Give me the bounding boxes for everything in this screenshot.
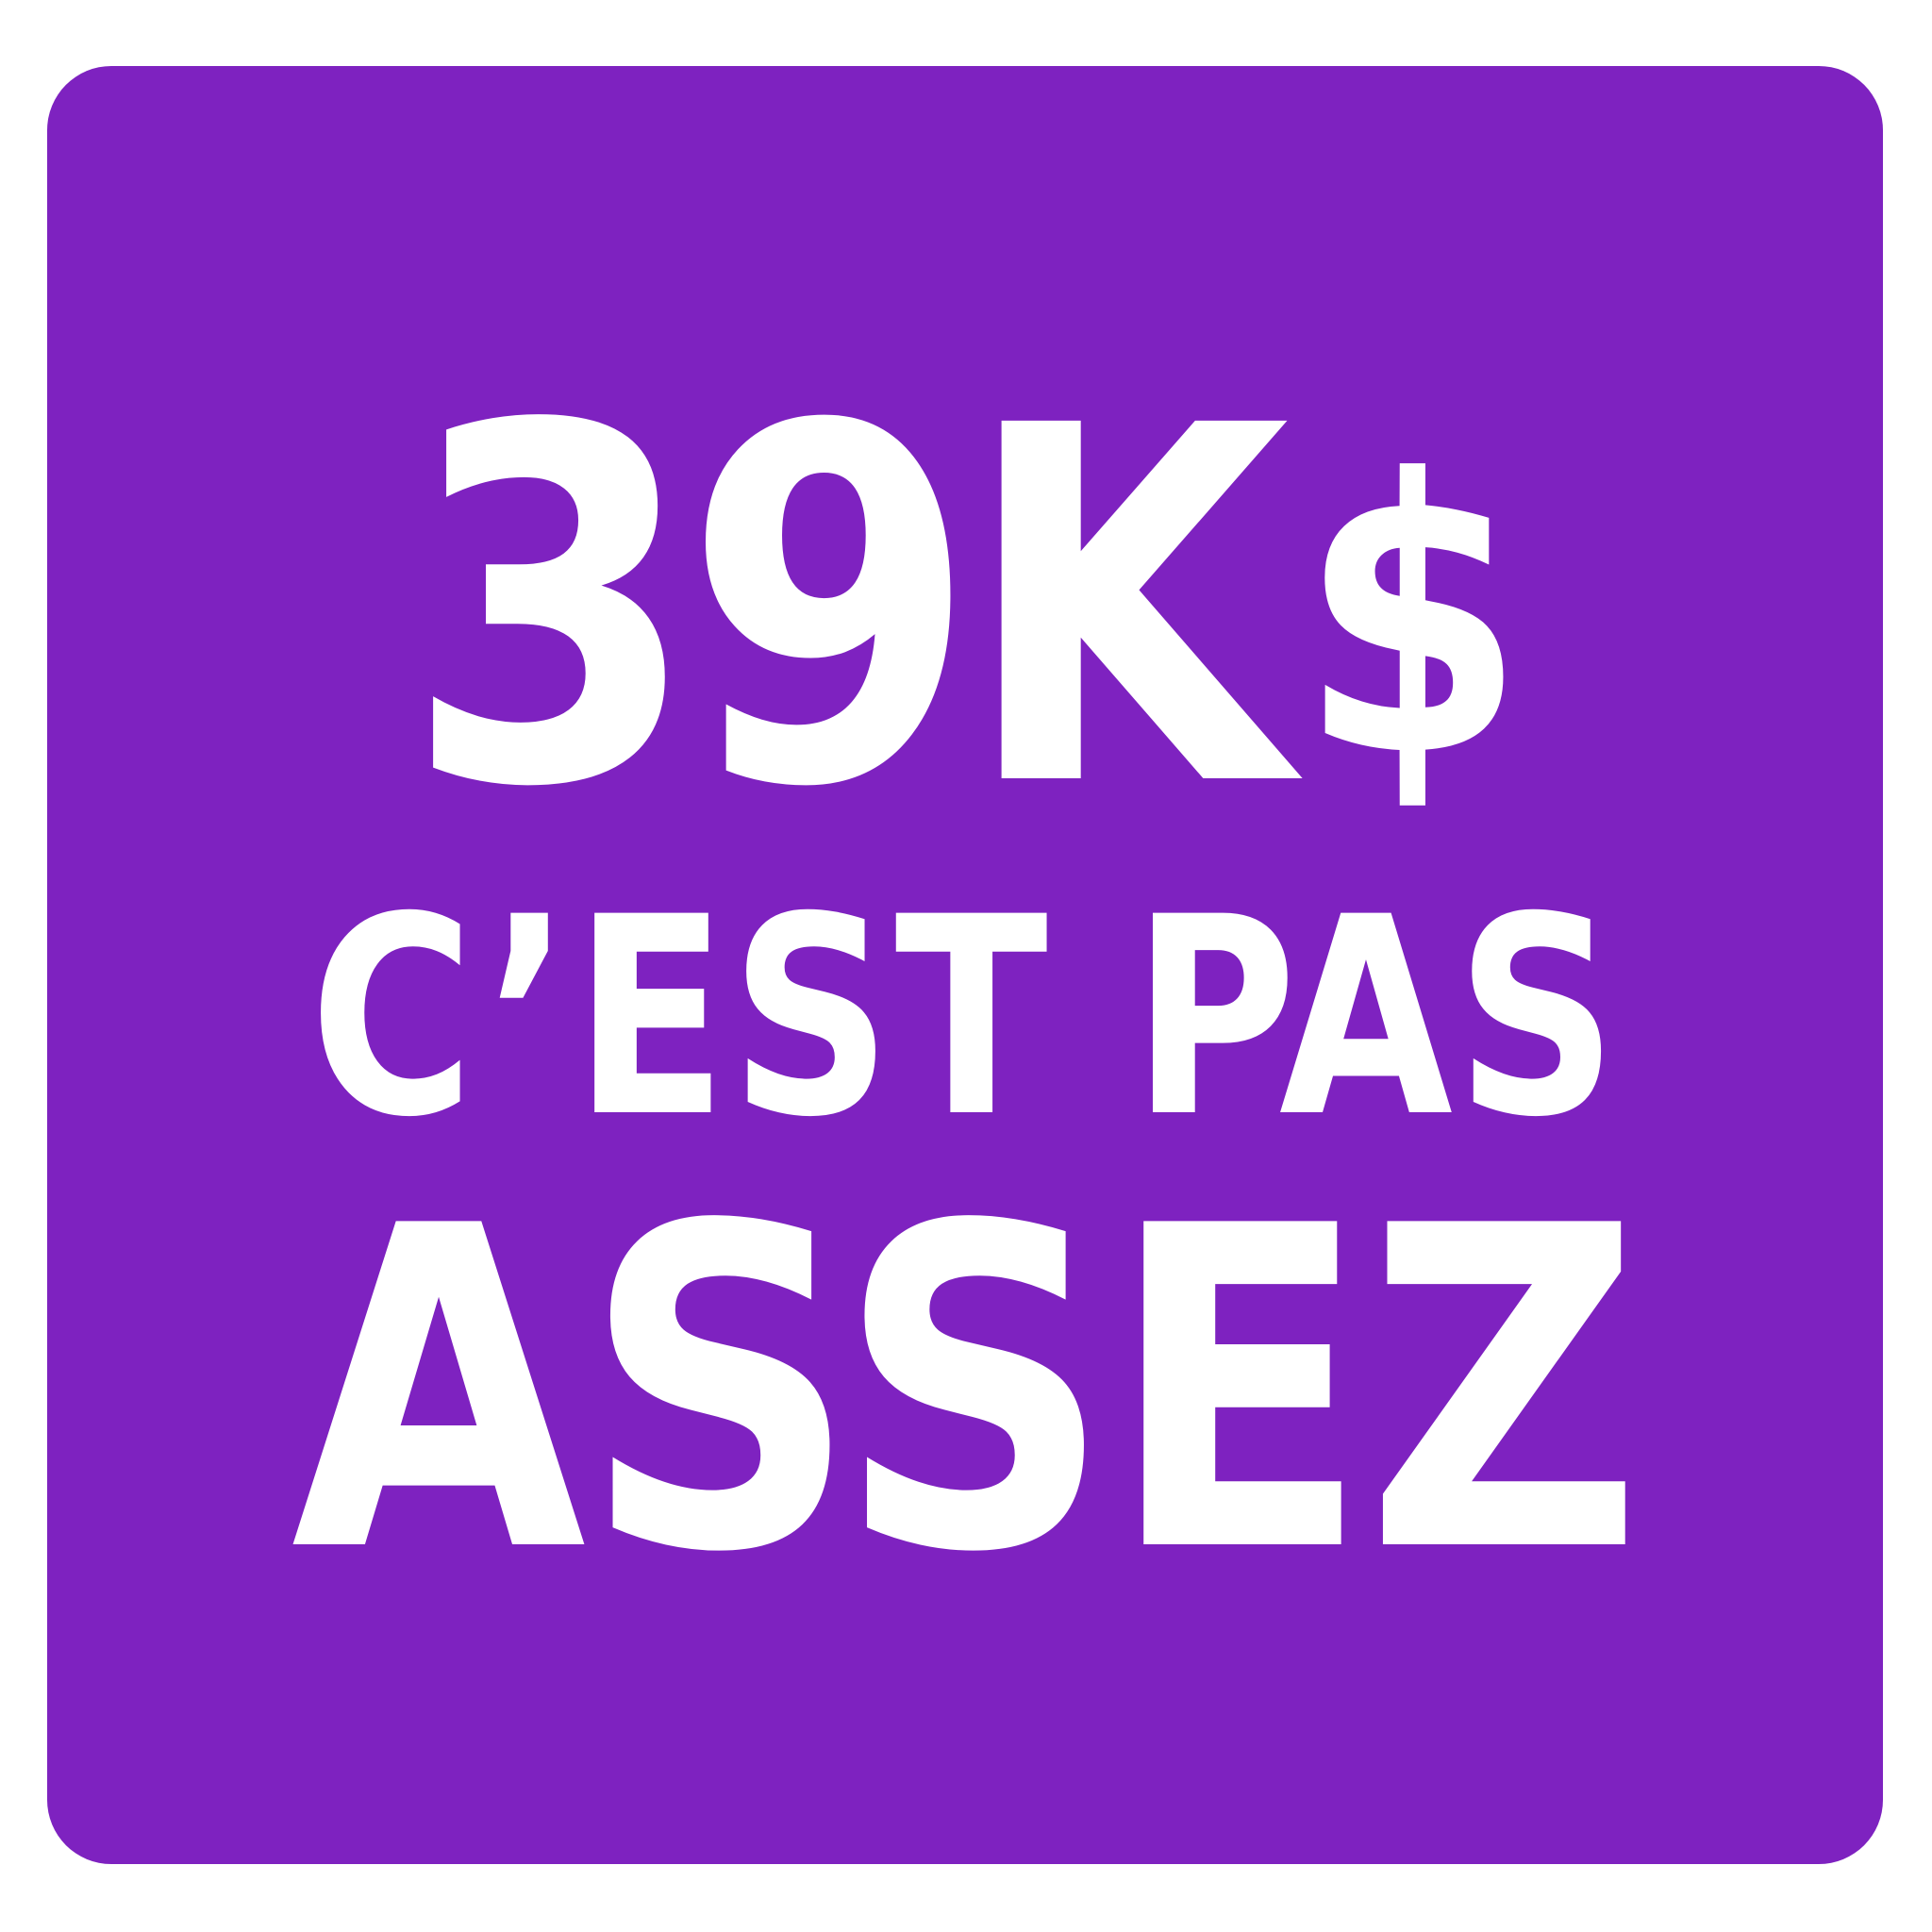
headline-line-2: C’EST PAS: [309, 859, 1621, 1177]
headline-amount-line: 39K$: [175, 363, 1755, 854]
currency-symbol: $: [1299, 401, 1525, 840]
purple-panel: 39K$ C’EST PAS ASSEZ: [47, 66, 1883, 1864]
headline-line-3: ASSEZ: [291, 1133, 1642, 1649]
headline-amount: 39K: [405, 323, 1290, 894]
